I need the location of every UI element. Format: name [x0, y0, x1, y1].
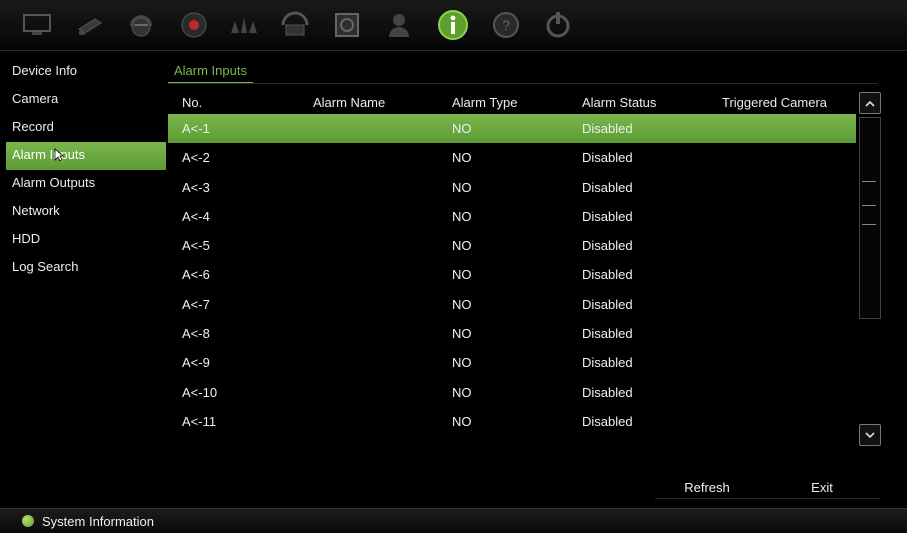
- cell-alarm-status: Disabled: [582, 326, 633, 342]
- cell-alarm-type: NO: [452, 267, 472, 283]
- table-row[interactable]: A<-10 NO Disabled: [168, 378, 856, 407]
- sidebar-item-camera[interactable]: Camera: [6, 86, 166, 114]
- cell-no: A<-6: [182, 267, 210, 283]
- tab-alarm-inputs[interactable]: Alarm Inputs: [168, 62, 253, 84]
- table-row[interactable]: A<-6 NO Disabled: [168, 260, 856, 289]
- cell-alarm-status: Disabled: [582, 384, 633, 400]
- cell-alarm-status: Disabled: [582, 296, 633, 312]
- cell-alarm-type: NO: [452, 150, 472, 166]
- scrollbar-thumb[interactable]: [859, 117, 881, 319]
- sidebar: Device Info Camera Record Alarm Inputs A…: [6, 58, 166, 282]
- cell-no: A<-2: [182, 150, 210, 166]
- cell-alarm-status: Disabled: [582, 413, 633, 429]
- alarm-inputs-table: A<-1 NO Disabled A<-2 NO Disabled A<-3 NO Disabl…: [168, 114, 856, 436]
- sidebar-item-network[interactable]: Network: [6, 198, 166, 226]
- cell-no: A<-5: [182, 238, 210, 254]
- cell-alarm-status: Disabled: [582, 179, 633, 195]
- refresh-button[interactable]: Refresh: [667, 477, 747, 499]
- table-row[interactable]: A<-9 NO Disabled: [168, 348, 856, 377]
- info-icon[interactable]: [436, 8, 470, 42]
- cell-alarm-type: NO: [452, 355, 472, 371]
- cell-no: A<-8: [182, 326, 210, 342]
- cell-no: A<-1: [182, 121, 210, 136]
- scroll-up-button[interactable]: [859, 92, 881, 114]
- network-icon[interactable]: [278, 8, 312, 42]
- cell-alarm-type: NO: [452, 238, 472, 254]
- column-header-triggered-camera: Triggered Camera: [722, 95, 828, 110]
- scroll-down-button[interactable]: [859, 424, 881, 446]
- cell-alarm-status: Disabled: [582, 267, 633, 283]
- camera-icon[interactable]: [73, 8, 107, 42]
- column-header-alarm-type: Alarm Type: [452, 95, 518, 110]
- cell-alarm-type: NO: [452, 384, 472, 400]
- scroll-grip-line: [862, 181, 876, 182]
- cell-alarm-type: NO: [452, 121, 472, 136]
- sidebar-item-record[interactable]: Record: [6, 114, 166, 142]
- status-indicator-icon: [22, 515, 34, 527]
- cell-no: A<-7: [182, 296, 210, 312]
- cell-alarm-status: Disabled: [582, 238, 633, 254]
- tab-divider: [168, 83, 878, 84]
- sidebar-item-log-search[interactable]: Log Search: [6, 254, 166, 282]
- cell-no: A<-11: [182, 413, 217, 429]
- sidebar-item-hdd[interactable]: HDD: [6, 226, 166, 254]
- column-header-alarm-name: Alarm Name: [313, 95, 386, 110]
- chevron-down-icon: [865, 431, 875, 438]
- cell-alarm-type: NO: [452, 296, 472, 312]
- sidebar-item-alarm-outputs[interactable]: Alarm Outputs: [6, 170, 166, 198]
- scroll-grip-line: [862, 205, 876, 206]
- sidebar-item-alarm-inputs[interactable]: Alarm Inputs: [6, 142, 166, 170]
- column-header-no: No.: [182, 95, 203, 110]
- record-icon[interactable]: [177, 8, 211, 42]
- table-row[interactable]: A<-7 NO Disabled: [168, 290, 856, 319]
- monitor-icon[interactable]: [20, 8, 54, 42]
- cell-no: A<-10: [182, 384, 218, 400]
- chevron-up-icon: [865, 100, 875, 107]
- cell-no: A<-4: [182, 208, 210, 224]
- sidebar-item-device-info[interactable]: Device Info: [6, 58, 166, 86]
- power-icon[interactable]: [541, 8, 575, 42]
- cell-alarm-status: Disabled: [582, 150, 633, 166]
- help-icon[interactable]: ?: [489, 8, 523, 42]
- cell-alarm-status: Disabled: [582, 355, 633, 371]
- cell-no: A<-3: [182, 179, 210, 195]
- hdd-icon[interactable]: [330, 8, 364, 42]
- table-row[interactable]: A<-4 NO Disabled: [168, 202, 856, 231]
- table-row[interactable]: A<-11 NO Disabled: [168, 407, 856, 436]
- table-row[interactable]: A<-3 NO Disabled: [168, 173, 856, 202]
- cell-alarm-type: NO: [452, 326, 472, 342]
- status-text: System Information: [42, 514, 154, 529]
- table-row[interactable]: A<-5 NO Disabled: [168, 231, 856, 260]
- dome-camera-icon[interactable]: [124, 8, 158, 42]
- column-header-alarm-status: Alarm Status: [582, 95, 657, 110]
- table-row[interactable]: A<-1 NO Disabled: [168, 114, 856, 144]
- cell-alarm-type: NO: [452, 179, 472, 195]
- button-divider: [655, 498, 880, 499]
- cell-alarm-status: Disabled: [582, 208, 633, 224]
- table-row[interactable]: A<-2 NO Disabled: [168, 143, 856, 172]
- table-row[interactable]: A<-8 NO Disabled: [168, 319, 856, 348]
- user-icon[interactable]: [382, 8, 416, 42]
- mouse-cursor-icon: [54, 148, 65, 165]
- svg-text:?: ?: [502, 17, 510, 33]
- table-header: No. Alarm Name Alarm Type Alarm Status T…: [168, 92, 858, 114]
- top-toolbar: ?: [0, 0, 907, 51]
- alarm-icon[interactable]: [227, 8, 261, 42]
- cell-alarm-type: NO: [452, 208, 472, 224]
- status-bar: System Information: [0, 508, 907, 533]
- cell-no: A<-9: [182, 355, 210, 371]
- cell-alarm-status: Disabled: [582, 121, 633, 136]
- scroll-grip-line: [862, 224, 876, 225]
- exit-button[interactable]: Exit: [782, 477, 862, 499]
- cell-alarm-type: NO: [452, 413, 472, 429]
